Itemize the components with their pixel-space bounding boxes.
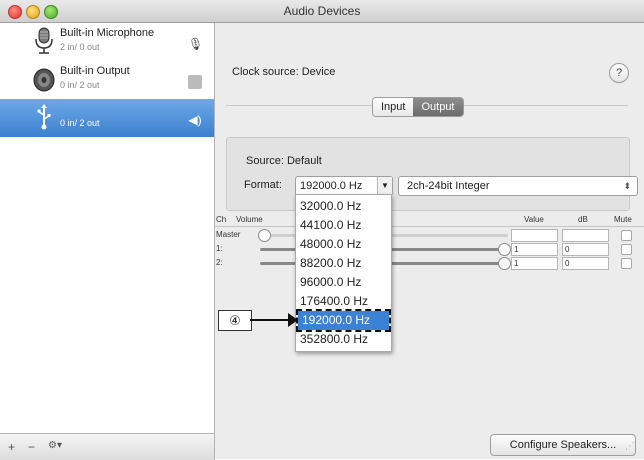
step-callout: ④	[218, 310, 252, 331]
format-label: Format:	[244, 179, 282, 191]
menu-item-32000[interactable]: 32000.0 Hz	[296, 197, 391, 216]
source-label: Source: Default	[246, 155, 322, 167]
speaker-icon	[33, 68, 55, 92]
db-field[interactable]	[562, 229, 609, 242]
add-device-button[interactable]: +	[8, 440, 15, 454]
table-header: Ch Volume Value dB Mute	[214, 214, 644, 227]
device-list: Built-in Microphone 2 in/ 0 out 🎙 Built-…	[0, 23, 215, 433]
microphone-small-icon: 🎙	[188, 37, 204, 51]
col-value: Value	[524, 215, 544, 224]
sidebar-toolbar: + − ⚙▾	[0, 433, 215, 460]
tab-input[interactable]: Input	[373, 98, 414, 116]
value-field[interactable]	[511, 229, 558, 242]
col-ch: Ch	[216, 215, 227, 224]
configure-speakers-button[interactable]: Configure Speakers...	[490, 434, 636, 456]
mute-checkbox[interactable]	[621, 244, 632, 255]
db-field[interactable]: 0	[562, 243, 609, 256]
usb-icon	[37, 104, 51, 130]
sample-rate-value: 192000.0 Hz	[300, 180, 363, 192]
channel-label: 1:	[216, 244, 223, 253]
menu-item-44100[interactable]: 44100.0 Hz	[296, 216, 391, 235]
resize-grip-icon[interactable]: ⋰	[625, 441, 639, 455]
slider-knob[interactable]	[258, 229, 271, 242]
updown-arrows-icon: ⬍	[623, 181, 631, 191]
table-row-master: Master	[214, 228, 644, 242]
channel-volume-table: Ch Volume Value dB Mute Master 1: 1 0 2:…	[214, 214, 644, 294]
volume-icon: ◀)	[188, 113, 202, 127]
input-output-tabs: Input Output	[372, 97, 464, 117]
device-io: 0 in/ 2 out	[60, 80, 100, 90]
device-item-output[interactable]: Built-in Output 0 in/ 2 out	[0, 61, 214, 99]
microphone-icon	[35, 27, 53, 54]
channel-label: 2:	[216, 258, 223, 267]
device-io: 2 in/ 0 out	[60, 42, 100, 52]
sample-rate-select[interactable]: 192000.0 Hz ▼	[295, 176, 393, 196]
clock-source: Clock source: Device	[232, 66, 336, 78]
menu-item-88200[interactable]: 88200.0 Hz	[296, 254, 391, 273]
mute-checkbox[interactable]	[621, 230, 632, 241]
arrow-right-icon	[288, 313, 298, 327]
menu-item-192000-highlighted[interactable]: 192000.0 Hz	[296, 309, 391, 332]
speaker-small-icon	[188, 75, 202, 89]
device-io: 0 in/ 2 out	[60, 118, 100, 128]
help-button[interactable]: ?	[609, 63, 629, 83]
bit-format-value: 2ch-24bit Integer	[407, 180, 490, 192]
db-field[interactable]: 0	[562, 257, 609, 270]
col-db: dB	[578, 215, 588, 224]
chevron-down-icon: ▼	[377, 177, 392, 195]
device-item-microphone[interactable]: Built-in Microphone 2 in/ 0 out 🎙	[0, 23, 214, 61]
col-volume: Volume	[236, 215, 263, 224]
sample-rate-dropdown-menu: 32000.0 Hz 44100.0 Hz 48000.0 Hz 88200.0…	[295, 194, 392, 352]
tab-output[interactable]: Output	[413, 98, 463, 116]
bit-format-select[interactable]: 2ch-24bit Integer ⬍	[398, 176, 638, 196]
slider-knob[interactable]	[498, 257, 511, 270]
gear-menu-button[interactable]: ⚙▾	[48, 440, 62, 451]
menu-item-96000[interactable]: 96000.0 Hz	[296, 273, 391, 292]
audio-devices-window: Audio Devices Built-in Microphone 2 in/ …	[0, 0, 644, 460]
callout-arrow-line	[250, 319, 290, 321]
menu-item-352800[interactable]: 352800.0 Hz	[296, 330, 391, 349]
remove-device-button[interactable]: −	[28, 440, 35, 454]
format-panel	[226, 137, 630, 211]
title-bar: Audio Devices	[0, 0, 644, 23]
device-item-usb-selected[interactable]: 0 in/ 2 out ◀)	[0, 99, 214, 137]
mute-checkbox[interactable]	[621, 258, 632, 269]
slider-knob[interactable]	[498, 243, 511, 256]
device-name: Built-in Output	[60, 65, 130, 77]
window-title: Audio Devices	[283, 4, 361, 18]
menu-item-176400[interactable]: 176400.0 Hz	[296, 292, 391, 311]
channel-label: Master	[216, 230, 241, 239]
value-field[interactable]: 1	[511, 243, 558, 256]
col-mute: Mute	[614, 215, 632, 224]
device-name: Built-in Microphone	[60, 27, 155, 39]
value-field[interactable]: 1	[511, 257, 558, 270]
menu-item-48000[interactable]: 48000.0 Hz	[296, 235, 391, 254]
table-row-ch1: 1: 1 0	[214, 242, 644, 256]
table-row-ch2: 2: 1 0	[214, 256, 644, 270]
